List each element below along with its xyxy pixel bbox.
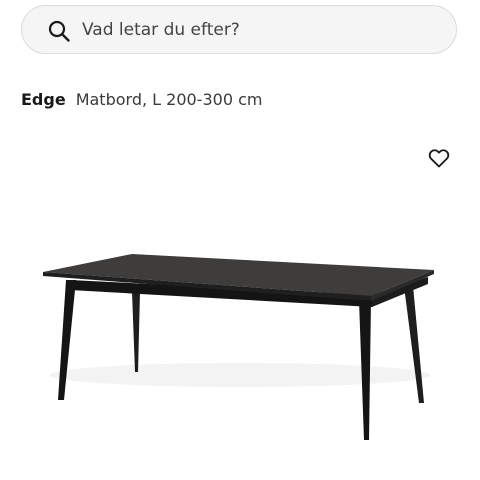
heart-outline-icon[interactable] [427, 146, 451, 170]
search-bar[interactable] [21, 5, 457, 54]
product-header: Edge Matbord, L 200-300 cm [21, 90, 262, 114]
favorite-button[interactable] [427, 146, 451, 170]
search-input[interactable] [82, 6, 442, 53]
product-page: Edge Matbord, L 200-300 cm [0, 0, 480, 480]
product-description: Matbord, L 200-300 cm [75, 90, 263, 109]
product-brand: Edge [21, 90, 66, 109]
search-icon[interactable] [47, 19, 71, 43]
product-image-table [43, 254, 434, 440]
